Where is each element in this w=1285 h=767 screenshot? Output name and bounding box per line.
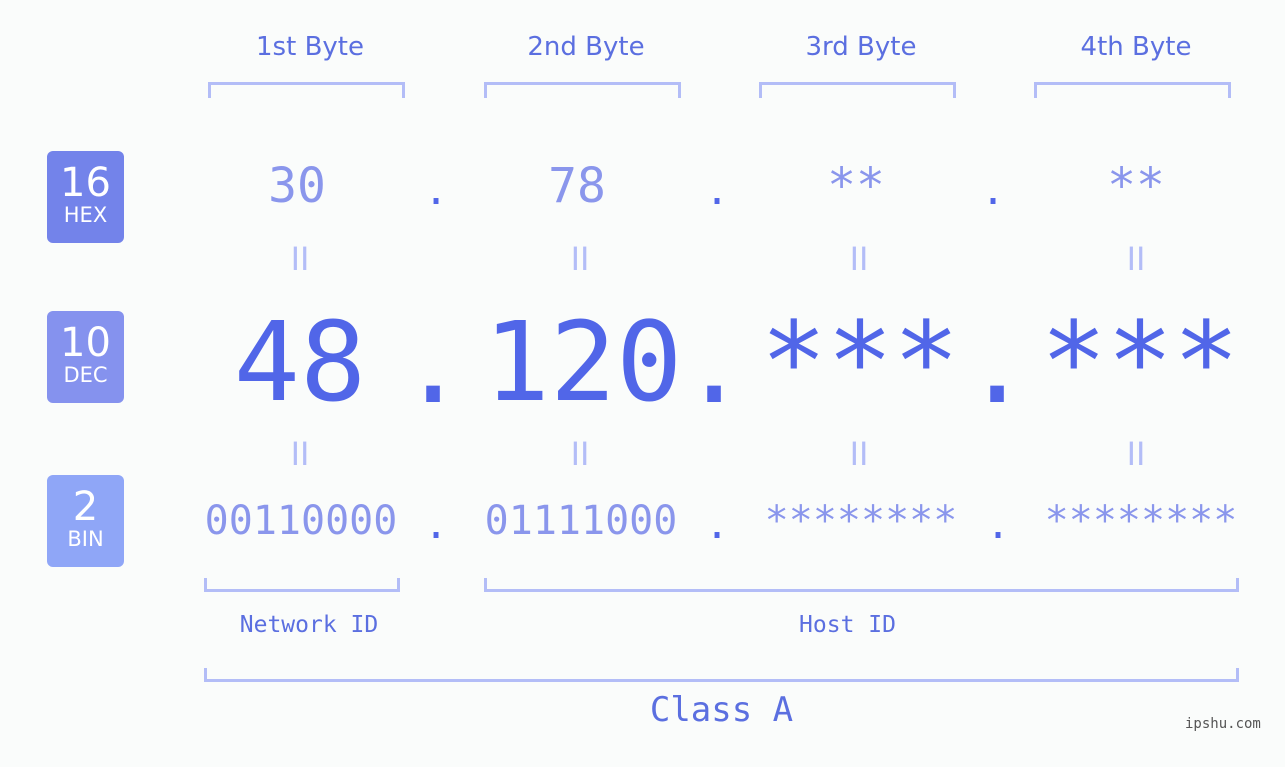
hex-badge: 16 HEX — [47, 151, 124, 243]
hex-byte-1: 30 — [268, 158, 326, 214]
network-id-label: Network ID — [239, 612, 379, 638]
bin-dot-3: . — [986, 502, 1011, 548]
watermark: ipshu.com — [1185, 716, 1261, 732]
equals-icon: II — [1126, 240, 1146, 278]
equals-icon: II — [290, 240, 310, 278]
hex-byte-4: ** — [1107, 158, 1165, 214]
dec-byte-3: *** — [760, 298, 960, 426]
equals-icon: II — [849, 435, 869, 473]
host-id-bracket — [484, 578, 1239, 592]
dec-base-number: 10 — [60, 320, 111, 366]
dec-byte-4: *** — [1040, 298, 1240, 426]
dec-dot-3: . — [964, 300, 1031, 428]
hex-byte-2: 78 — [548, 158, 606, 214]
dec-dot-2: . — [681, 300, 748, 428]
bin-byte-2: 01111000 — [484, 498, 678, 544]
equals-icon: II — [849, 240, 869, 278]
equals-icon: II — [290, 435, 310, 473]
hex-dot-2: . — [705, 168, 730, 214]
bin-base-number: 2 — [72, 484, 99, 530]
dec-byte-2: 120 — [483, 298, 683, 426]
equals-icon: II — [570, 240, 590, 278]
hex-base-label: HEX — [63, 203, 108, 227]
equals-icon: II — [1126, 435, 1146, 473]
byte-bracket-1 — [208, 82, 405, 98]
hex-dot-3: . — [981, 168, 1006, 214]
dec-byte-1: 48 — [233, 298, 367, 426]
bin-base-label: BIN — [67, 527, 104, 551]
byte-header-2: 2nd Byte — [527, 32, 645, 62]
byte-header-4: 4th Byte — [1080, 32, 1192, 62]
network-id-bracket — [204, 578, 400, 592]
bin-dot-2: . — [705, 502, 730, 548]
bin-byte-4: ******** — [1044, 498, 1238, 544]
hex-base-number: 16 — [60, 160, 111, 206]
byte-header-1: 1st Byte — [256, 32, 364, 62]
class-label: Class A — [649, 690, 794, 730]
byte-header-3: 3rd Byte — [805, 32, 917, 62]
hex-byte-3: ** — [827, 158, 885, 214]
bin-badge: 2 BIN — [47, 475, 124, 567]
host-id-label: Host ID — [799, 612, 896, 638]
bin-byte-3: ******** — [764, 498, 958, 544]
bin-byte-1: 00110000 — [204, 498, 398, 544]
class-bracket — [204, 668, 1239, 682]
hex-dot-1: . — [424, 168, 449, 214]
dec-badge: 10 DEC — [47, 311, 124, 403]
byte-bracket-2 — [484, 82, 681, 98]
byte-bracket-3 — [759, 82, 956, 98]
byte-bracket-4 — [1034, 82, 1231, 98]
equals-icon: II — [570, 435, 590, 473]
bin-dot-1: . — [424, 502, 449, 548]
dec-base-label: DEC — [63, 363, 108, 387]
dec-dot-1: . — [400, 300, 467, 428]
